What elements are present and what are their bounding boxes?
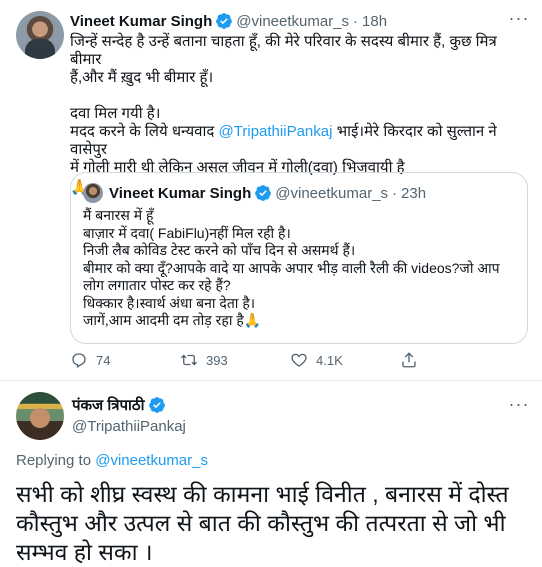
avatar[interactable] xyxy=(16,392,64,440)
reply-icon xyxy=(72,353,86,368)
quote-line: निजी लैब कोविड टेस्ट करने को पाँच दिन से… xyxy=(83,242,356,258)
tweet[interactable]: Vineet Kumar Singh @vineetkumar_s · 18h … xyxy=(0,0,542,381)
tweet-line: जिन्हें सन्देह है उन्हें बताना चाहता हूँ… xyxy=(70,33,497,68)
author-handle[interactable]: @vineetkumar_s xyxy=(236,13,349,30)
retweet-icon xyxy=(181,354,197,366)
quote-line: धिक्कार है।स्वार्थ अंधा बना देता है। xyxy=(83,294,256,311)
quote-line: जागें,आम आदमी दम तोड़ रहा है🙏 xyxy=(83,312,262,328)
replying-to: Replying to @vineetkumar_s xyxy=(16,452,208,469)
tweet-text-fragment: मदद करने के लिये धन्यवाद xyxy=(70,123,219,140)
author-handle[interactable]: @TripathiiPankaj xyxy=(72,418,186,435)
author-name[interactable]: पंकज त्रिपाठी xyxy=(72,395,145,415)
retweet-count: 393 xyxy=(206,352,228,368)
more-options-icon[interactable]: ··· xyxy=(508,395,530,416)
author-name: Vineet Kumar Singh xyxy=(109,184,252,202)
avatar xyxy=(83,183,103,203)
separator: · xyxy=(392,184,398,202)
reply-header: पंकज त्रिपाठी xyxy=(72,396,169,414)
tweet-line: मदद करने के लिये धन्यवाद @TripathiiPanka… xyxy=(70,123,530,159)
share-button[interactable] xyxy=(400,351,430,369)
heart-icon xyxy=(291,353,307,367)
quote-line: मैं बनारस में हूँ xyxy=(83,207,154,223)
like-count: 4.1K xyxy=(316,352,343,368)
author-name[interactable]: Vineet Kumar Singh xyxy=(70,13,212,30)
avatar[interactable] xyxy=(16,11,64,59)
quote-line: लोग लगातार पोस्ट कर रहे हैं? xyxy=(83,277,231,293)
quoted-tweet[interactable]: Vineet Kumar Singh @vineetkumar_s · 23h … xyxy=(70,172,528,344)
quote-line: बीमार को क्या दूँ?आपके वादे या आपके अपार… xyxy=(83,259,500,276)
tweet-line: हैं,और मैं ख़ुद भी बीमार हूँ। xyxy=(70,69,214,86)
more-options-icon[interactable]: ··· xyxy=(508,9,530,30)
verified-badge-icon xyxy=(255,185,272,201)
author-handle: @vineetkumar_s xyxy=(275,184,389,202)
share-icon xyxy=(402,352,416,368)
tweet-header: Vineet Kumar Singh @vineetkumar_s · 18h xyxy=(70,12,387,30)
mention-link[interactable]: @TripathiiPankaj xyxy=(219,123,333,140)
reply-count: 74 xyxy=(96,352,111,368)
quoted-tweet-header: Vineet Kumar Singh @vineetkumar_s · 23h xyxy=(83,183,426,203)
replying-label: Replying to xyxy=(16,452,96,469)
reply-text: सभी को शीघ्र स्वस्थ की कामना भाई विनीत ,… xyxy=(16,481,509,565)
tweet-line: दवा मिल गयी है। xyxy=(70,105,161,122)
retweet-button[interactable]: 393 xyxy=(180,351,290,369)
mention-link[interactable]: @vineetkumar_s xyxy=(95,452,208,469)
timestamp: 23h xyxy=(401,184,427,202)
tweet-thread: Vineet Kumar Singh @vineetkumar_s · 18h … xyxy=(0,0,542,565)
verified-badge-icon xyxy=(216,13,233,29)
quote-line: बाज़ार में दवा( FabiFlu)नहीं मिल रही है। xyxy=(83,224,291,241)
reply-button[interactable]: 74 xyxy=(70,351,180,369)
verified-badge-icon xyxy=(148,397,165,413)
tweet-actions: 74 393 4.1K xyxy=(70,349,510,371)
separator: · xyxy=(353,12,359,30)
timestamp[interactable]: 18h xyxy=(362,13,387,30)
like-button[interactable]: 4.1K xyxy=(290,351,400,369)
quoted-tweet-text: मैं बनारस में हूँ बाज़ार में दवा( FabiFl… xyxy=(83,207,515,330)
